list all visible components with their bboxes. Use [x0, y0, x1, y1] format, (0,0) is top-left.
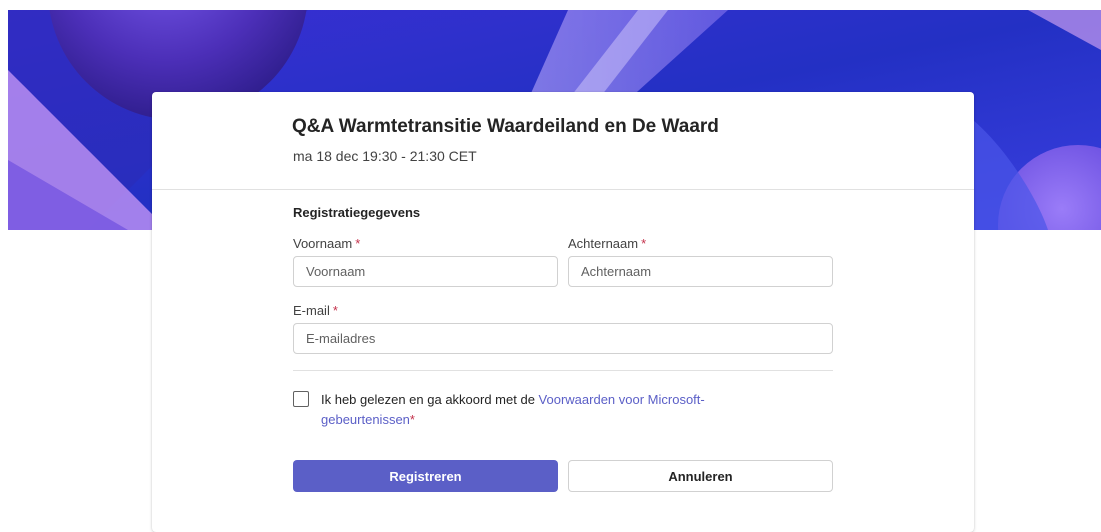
last-name-label: Achternaam * — [568, 236, 646, 251]
email-label-text: E-mail — [293, 303, 330, 318]
first-name-input[interactable] — [293, 256, 558, 287]
last-name-input[interactable] — [568, 256, 833, 287]
section-title: Registratiegegevens — [293, 205, 421, 220]
first-name-label-text: Voornaam — [293, 236, 353, 251]
terms-checkbox[interactable] — [293, 391, 309, 407]
terms-prefix: Ik heb gelezen en ga akkoord met de — [321, 392, 539, 407]
terms-text: Ik heb gelezen en ga akkoord met de Voor… — [321, 390, 761, 430]
email-label: E-mail * — [293, 303, 338, 318]
event-time: ma 18 dec 19:30 - 21:30 CET — [293, 148, 477, 164]
required-marker: * — [355, 236, 361, 251]
first-name-label: Voornaam * — [293, 236, 360, 251]
event-title: Q&A Warmtetransitie Waardeiland en De Wa… — [292, 116, 719, 137]
registration-card: Q&A Warmtetransitie Waardeiland en De Wa… — [152, 92, 974, 532]
required-marker: * — [641, 236, 647, 251]
cancel-button[interactable]: Annuleren — [568, 460, 833, 492]
register-button[interactable]: Registreren — [293, 460, 558, 492]
card-header: Q&A Warmtetransitie Waardeiland en De Wa… — [152, 92, 974, 190]
email-input[interactable] — [293, 323, 833, 354]
divider — [293, 370, 833, 371]
terms-required-marker: * — [409, 412, 415, 427]
required-marker: * — [332, 303, 338, 318]
last-name-label-text: Achternaam — [568, 236, 639, 251]
